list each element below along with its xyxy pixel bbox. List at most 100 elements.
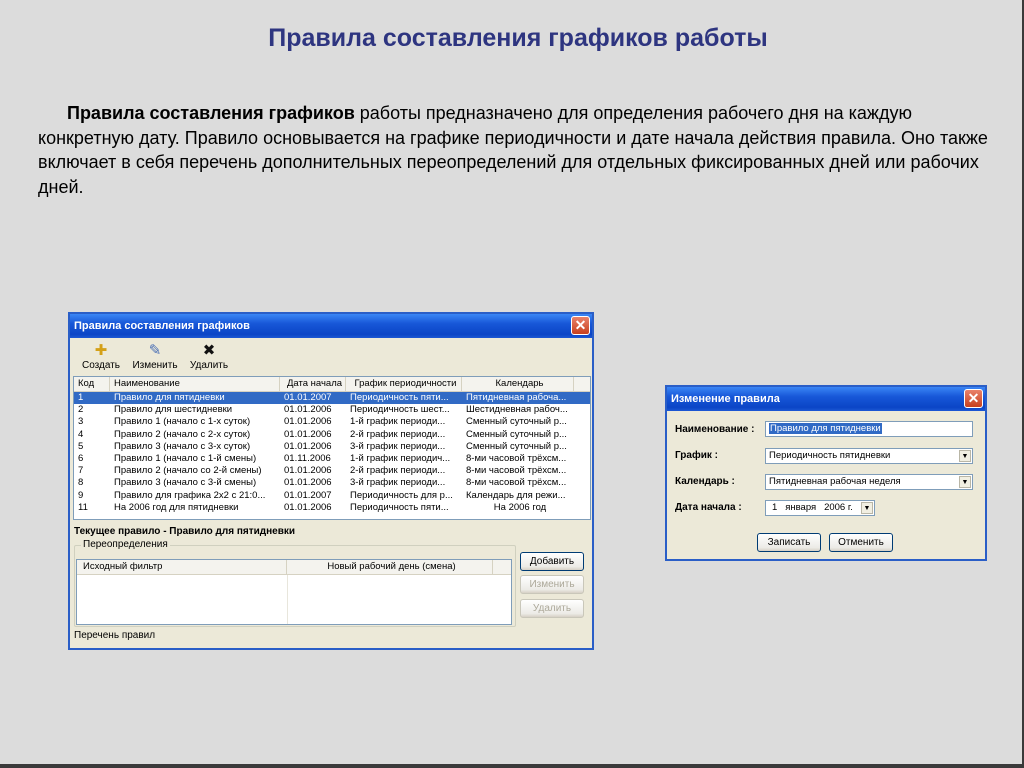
table-cell: Шестидневная рабоч...: [466, 404, 568, 416]
table-row[interactable]: 8 Правило 3 (начало с 3-й смены) 01.01.200…: [74, 477, 590, 489]
slide-paragraph: Правила составления графиков работы пред…: [38, 101, 1006, 199]
slide-title: Правила составления графиков работы: [268, 24, 768, 52]
toolbar: ✚ Создать ✎ Изменить ✖ Удалить: [74, 340, 236, 380]
rules-window: Правила составления графиков ✕ ✚ Создать…: [68, 312, 594, 650]
table-cell: 01.11.2006: [284, 452, 331, 464]
table-cell: Правило 1 (начало с 1-й смены): [114, 452, 257, 464]
start-date-label: Дата начала :: [675, 502, 742, 513]
overrides-table: Исходный фильтр Новый рабочий день (смен…: [76, 559, 512, 625]
table-cell: 3: [78, 416, 84, 428]
table-cell: 01.01.2006: [284, 404, 332, 416]
table-cell: 1-й график периодич...: [350, 452, 451, 464]
table-cell: Правило для графика 2х2 с 21:0...: [114, 489, 266, 501]
table-cell: 4: [78, 428, 84, 440]
table-cell: Пятидневная рабоча...: [466, 392, 567, 403]
table-cell: 01.01.2006: [284, 501, 332, 513]
table-cell: 9: [78, 489, 84, 501]
table-cell: 8-ми часовой трёхсм...: [466, 477, 567, 489]
calendar-select[interactable]: Пятидневная рабочая неделя ▼: [765, 474, 973, 490]
edit-rule-dialog: Изменение правила ✕ Наименование : Прави…: [665, 385, 987, 561]
paragraph-bold: Правила составления графиков: [67, 103, 355, 123]
rules-window-titlebar[interactable]: Правила составления графиков ✕: [70, 314, 592, 338]
schedule-select[interactable]: Периодичность пятидневки ▼: [765, 448, 973, 464]
save-button[interactable]: Записать: [757, 533, 821, 552]
table-cell: Сменный суточный р...: [466, 416, 567, 428]
delete-button[interactable]: ✖ Удалить: [182, 340, 236, 380]
edit-button[interactable]: ✎ Изменить: [128, 340, 182, 380]
table-cell: Периодичность пяти...: [350, 501, 449, 513]
table-cell: 6: [78, 452, 84, 464]
col-name[interactable]: Наименование: [110, 377, 280, 391]
status-bar: Перечень правил: [74, 630, 156, 641]
table-cell: 8-ми часовой трёхсм...: [466, 465, 567, 477]
delete-icon: ✖: [202, 342, 216, 359]
edit-override-button[interactable]: Изменить: [520, 575, 584, 594]
table-cell: 2-й график периоди...: [350, 465, 446, 477]
col-schedule[interactable]: График периодичности: [346, 377, 462, 391]
table-cell: Правило 1 (начало с 1-х суток): [114, 416, 251, 428]
close-icon[interactable]: ✕: [571, 316, 590, 335]
start-day[interactable]: 1: [772, 502, 777, 513]
col-calendar[interactable]: Календарь: [462, 377, 574, 391]
dialog-close-icon[interactable]: ✕: [964, 389, 983, 408]
current-rule-label: Текущее правило - Правило для пятидневки: [74, 526, 296, 537]
start-month[interactable]: января: [785, 502, 816, 513]
overrides-table-header: Исходный фильтр Новый рабочий день (смен…: [77, 560, 511, 575]
table-cell: На 2006 год: [493, 501, 547, 513]
table-row[interactable]: 3 Правило 1 (начало с 1-х суток) 01.01.200…: [74, 416, 590, 428]
table-row[interactable]: 6 Правило 1 (начало с 1-й смены) 01.11.200…: [74, 453, 590, 465]
name-input-value: Правило для пятидневки: [769, 423, 882, 434]
table-cell: Правило 3 (начало с 3-х суток): [114, 440, 251, 452]
col-start-date[interactable]: Дата начала: [280, 377, 346, 391]
table-row[interactable]: 4 Правило 2 (начало с 2-х суток) 01.01.200…: [74, 429, 590, 441]
table-row[interactable]: 11 На 2006 год для пятидневки 01.01.2006 Пе…: [74, 502, 590, 514]
table-cell: 3-й график периоди...: [350, 440, 446, 452]
create-label: Создать: [81, 360, 120, 371]
edit-dialog-title: Изменение правила: [671, 393, 780, 405]
create-button[interactable]: ✚ Создать: [74, 340, 128, 380]
table-cell: 2-й график периоди...: [350, 428, 446, 440]
name-label: Наименование :: [675, 424, 755, 435]
delete-override-button[interactable]: Удалить: [520, 599, 584, 618]
table-cell: Правило 2 (начало с 2-х суток): [114, 428, 251, 440]
cancel-button[interactable]: Отменить: [829, 533, 893, 552]
overrides-group-label: Переопределения: [81, 539, 170, 550]
calendar-label: Календарь :: [675, 476, 735, 487]
table-cell: Периодичность для р...: [350, 489, 453, 501]
override-col-newday[interactable]: Новый рабочий день (смена): [287, 560, 493, 574]
start-date-picker[interactable]: 1 января 2006 г. ▼: [765, 500, 875, 516]
table-cell: Периодичность шест...: [350, 404, 450, 416]
table-row[interactable]: 7 Правило 2 (начало со 2-й смены) 01.01.20…: [74, 465, 590, 477]
schedule-value: Периодичность пятидневки: [769, 450, 891, 461]
name-input[interactable]: Правило для пятидневки: [765, 421, 973, 437]
col-code[interactable]: Код: [74, 377, 110, 391]
table-cell: 8: [78, 477, 84, 489]
table-row[interactable]: 5 Правило 3 (начало с 3-х суток) 01.01.200…: [74, 441, 590, 453]
table-row[interactable]: 9 Правило для графика 2х2 с 21:0... 01.01.…: [74, 490, 590, 502]
edit-dialog-titlebar[interactable]: Изменение правила ✕: [667, 387, 985, 411]
table-cell: 2: [78, 404, 84, 416]
chevron-down-icon[interactable]: ▼: [959, 476, 971, 488]
start-year[interactable]: 2006 г.: [824, 502, 853, 513]
table-cell: 01.01.2007: [284, 392, 332, 403]
table-cell: 01.01.2006: [284, 440, 332, 452]
chevron-down-icon[interactable]: ▼: [959, 450, 971, 462]
table-cell: Периодичность пяти...: [350, 392, 449, 403]
override-col-filter[interactable]: Исходный фильтр: [77, 560, 287, 574]
table-cell: 01.01.2006: [284, 465, 332, 477]
calendar-dropdown-icon[interactable]: ▼: [861, 502, 873, 514]
rules-table-body: 1 Правило для пятидневки 01.01.2007 Периоди…: [74, 392, 590, 514]
rules-window-title: Правила составления графиков: [74, 320, 250, 332]
table-cell: 5: [78, 440, 84, 452]
table-cell: Календарь для режи...: [466, 489, 566, 501]
table-cell: Правило для шестидневки: [114, 404, 233, 416]
table-cell: 11: [78, 501, 88, 513]
table-row[interactable]: 2 Правило для шестидневки 01.01.2006 Период…: [74, 404, 590, 416]
calendar-value: Пятидневная рабочая неделя: [769, 476, 901, 487]
table-row[interactable]: 1 Правило для пятидневки 01.01.2007 Периоди…: [74, 392, 590, 405]
add-override-button[interactable]: Добавить: [520, 552, 584, 571]
table-cell: 01.01.2006: [284, 428, 332, 440]
overrides-table-body: [287, 575, 288, 624]
table-cell: 3-й график периоди...: [350, 477, 446, 489]
table-cell: На 2006 год для пятидневки: [114, 501, 239, 513]
